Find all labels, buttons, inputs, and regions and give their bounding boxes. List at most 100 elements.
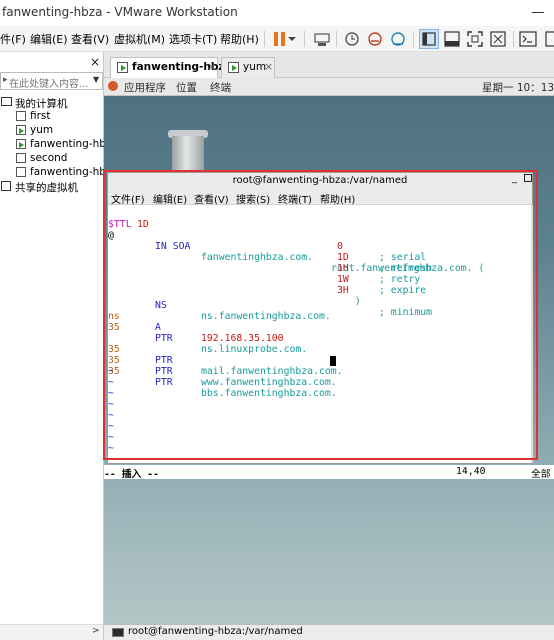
vm-running-icon [16,139,26,149]
show-library-icon[interactable] [419,29,439,49]
sidebar-horizontal-scrollbar[interactable]: > [0,624,103,640]
close-icon[interactable]: × [207,60,216,73]
tilde-line: ~ [108,388,114,399]
tab-yum[interactable]: yum × [221,57,275,78]
tree-vm-second[interactable]: second [16,152,104,166]
vm-icon [16,111,26,121]
terminal-icon [112,628,124,637]
terminal-menu-view[interactable]: 查看(V) [194,191,229,206]
close-icon[interactable] [524,174,532,185]
menu-bar: 件(F) 编辑(E) 查看(V) 虚拟机(M) 选项卡(T) 帮助(H) [0,26,554,52]
terminal-title: root@fanwenting-hbza:/var/named [232,175,408,186]
tilde-line: ~ [108,421,114,432]
snapshot-icon[interactable] [342,29,362,49]
tilde-line: ~ [108,377,114,388]
zone-line: 35 PTR ns.linuxprobe.com. [108,322,308,355]
trash-icon[interactable] [168,130,208,176]
terminal-scrollbar[interactable] [531,205,533,463]
chevron-right-icon[interactable]: > [92,626,100,636]
menu-vm[interactable]: 虚拟机(M) [114,31,165,47]
window-title: fanwenting-hbza - VMware Workstation [2,5,238,19]
guest-screen[interactable]: 应用程序 位置 终端 星期一 10：13 root@fanwenting-hbz… [104,78,554,624]
terminal-menu-terminal[interactable]: 终端(T) [278,191,312,206]
vim-cursor-position: 14,40 [456,466,486,477]
menu-view[interactable]: 查看(V) [71,31,109,47]
minimize-icon[interactable]: _ [512,173,517,184]
vm-icon [16,153,26,163]
tilde-line: ~ [108,399,114,410]
guest-taskbar: root@fanwenting-hbza:/var/named [104,624,554,640]
gnome-top-panel: 应用程序 位置 终端 星期一 10：13 [104,78,554,96]
gnome-foot-icon [108,81,118,91]
power-dropdown-icon[interactable] [286,29,298,49]
search-icon: ▸ [3,75,8,85]
terminal-menu-bar: 文件(F) 编辑(E) 查看(V) 搜索(S) 终端(T) 帮助(H) [108,189,532,206]
zone-line: ns A 192.168.35.100 [108,311,284,344]
toolbar-separator [513,31,514,47]
tilde-line: ~ [108,366,114,377]
tilde-line: ~ [108,443,114,454]
menu-applications[interactable]: 应用程序 [124,80,166,95]
zone-line: 35 PTR www.fanwentinghbza.com. [108,355,337,388]
toolbar-separator [264,31,265,47]
zone-line: 35 PTR bbs.fanwentinghbza.com. [108,355,337,399]
tree-vm-fanwenting-hbza[interactable]: fanwenting-hbz [16,138,104,152]
stretch-guest-icon[interactable] [544,29,554,49]
console-view-icon[interactable] [518,29,538,49]
close-icon[interactable]: × [264,60,273,73]
vm-tabs: fanwenting-hbza × yum × [104,52,554,78]
revert-snapshot-icon[interactable] [365,29,385,49]
vm-icon [16,167,26,177]
vm-running-icon [228,62,239,73]
tilde-line: ~ [108,410,114,421]
terminal-menu-search[interactable]: 搜索(S) [236,191,270,206]
text-cursor [330,356,336,366]
minimize-button[interactable] [520,0,554,26]
snapshot-manager-icon[interactable] [388,29,408,49]
terminal-menu-help[interactable]: 帮助(H) [320,191,355,206]
zone-line: NS ns.fanwentinghbza.com. [155,300,331,322]
zone-line: $TTL 1D [108,219,149,230]
menu-help[interactable]: 帮助(H) [220,31,259,47]
shared-vms-icon [1,181,11,191]
tree-shared-vms[interactable]: 共享的虚拟机 [1,180,103,194]
zone-line: 3H ) ; minimum [337,285,433,318]
terminal-titlebar[interactable]: root@fanwenting-hbza:/var/named _ [108,173,532,189]
tree-vm-first[interactable]: first [16,110,104,124]
clock[interactable]: 星期一 10：13 [482,80,554,95]
close-icon[interactable]: × [90,55,100,69]
library-sidebar: × ▸ 在此处键入内容... ▼ 我的计算机 first yum fanwent… [0,52,104,640]
terminal-content[interactable]: $TTL 1D @ IN SOA fanwentinghbza.com. roo… [108,205,532,463]
menu-places[interactable]: 位置 [176,80,197,95]
menu-terminal[interactable]: 终端 [210,80,231,95]
zone-line: 1W ; expire [337,274,427,296]
vm-running-icon [117,62,128,73]
toolbar-separator [304,31,305,47]
menu-file[interactable]: 件(F) [0,31,26,47]
tree-vm-fanwenting-hbza-2[interactable]: fanwenting-hbz [16,166,104,180]
vim-status-line: -- 插入 -- 14,40 全部 [104,465,554,480]
taskbar-terminal-item[interactable]: root@fanwenting-hbza:/var/named [128,626,303,637]
tree-vm-yum[interactable]: yum [16,124,104,138]
terminal-menu-edit[interactable]: 编辑(E) [153,191,187,206]
tree-my-computer[interactable]: 我的计算机 [1,96,103,110]
full-screen-icon[interactable] [465,29,485,49]
unity-icon[interactable] [488,29,508,49]
show-thumbnail-bar-icon[interactable] [442,29,462,49]
zone-line: 1D ; refresh [337,252,433,274]
terminal-window[interactable]: root@fanwenting-hbza:/var/named _ 文件(F) … [107,172,533,464]
vim-mode: -- 插入 -- [104,469,159,480]
menu-edit[interactable]: 编辑(E) [30,31,68,47]
library-search-input[interactable]: ▸ 在此处键入内容... ▼ [0,72,103,90]
menu-tabs[interactable]: 选项卡(T) [169,31,217,47]
tab-fanwenting-hbza[interactable]: fanwenting-hbza × [110,57,232,78]
toolbar-separator [336,31,337,47]
chevron-down-icon[interactable]: ▼ [93,75,99,84]
vm-running-icon [16,125,26,135]
computer-icon [1,97,12,106]
zone-line: 1H ; retry [337,263,421,285]
send-ctrl-alt-del-icon[interactable] [312,29,332,49]
window-titlebar: fanwenting-hbza - VMware Workstation [0,0,554,26]
terminal-menu-file[interactable]: 文件(F) [111,191,145,206]
tilde-line: ~ [108,432,114,443]
